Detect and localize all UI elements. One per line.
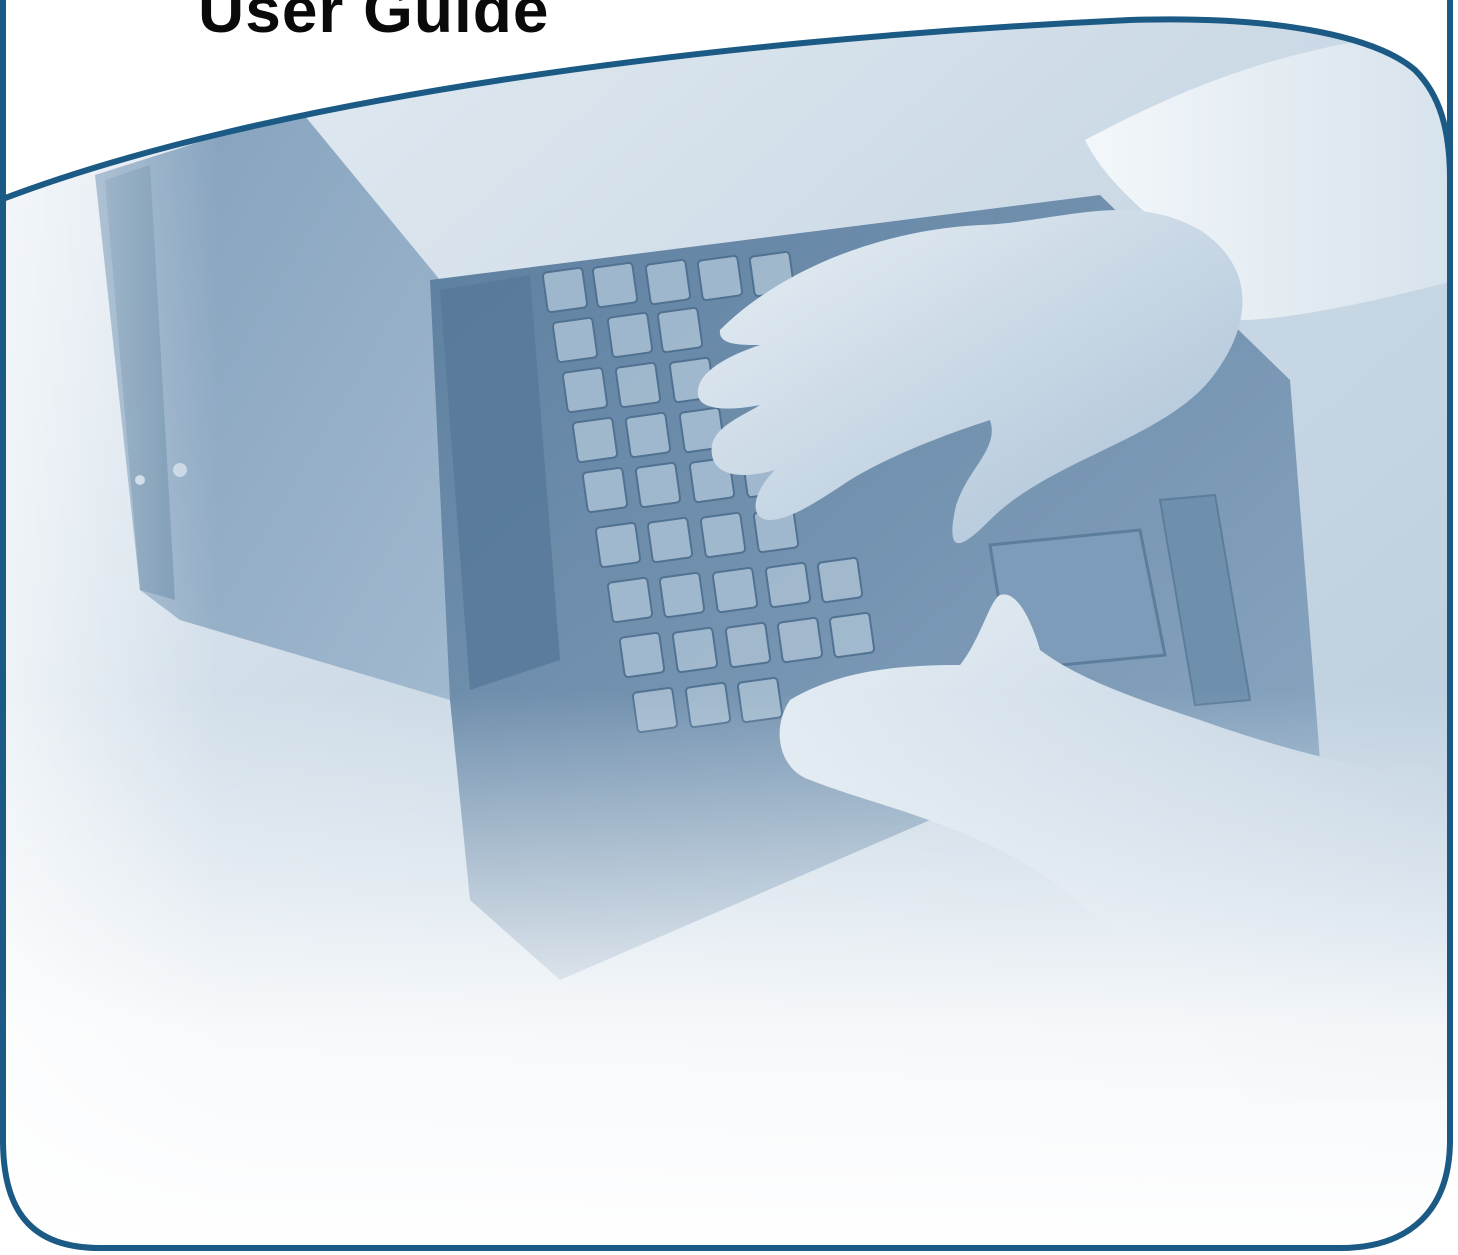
document-title: User Guide [198, 0, 550, 46]
cover-page: User Guide [0, 0, 1458, 1255]
laptop-typing-photo [0, 19, 1450, 1248]
cover-frame [0, 0, 1453, 1251]
